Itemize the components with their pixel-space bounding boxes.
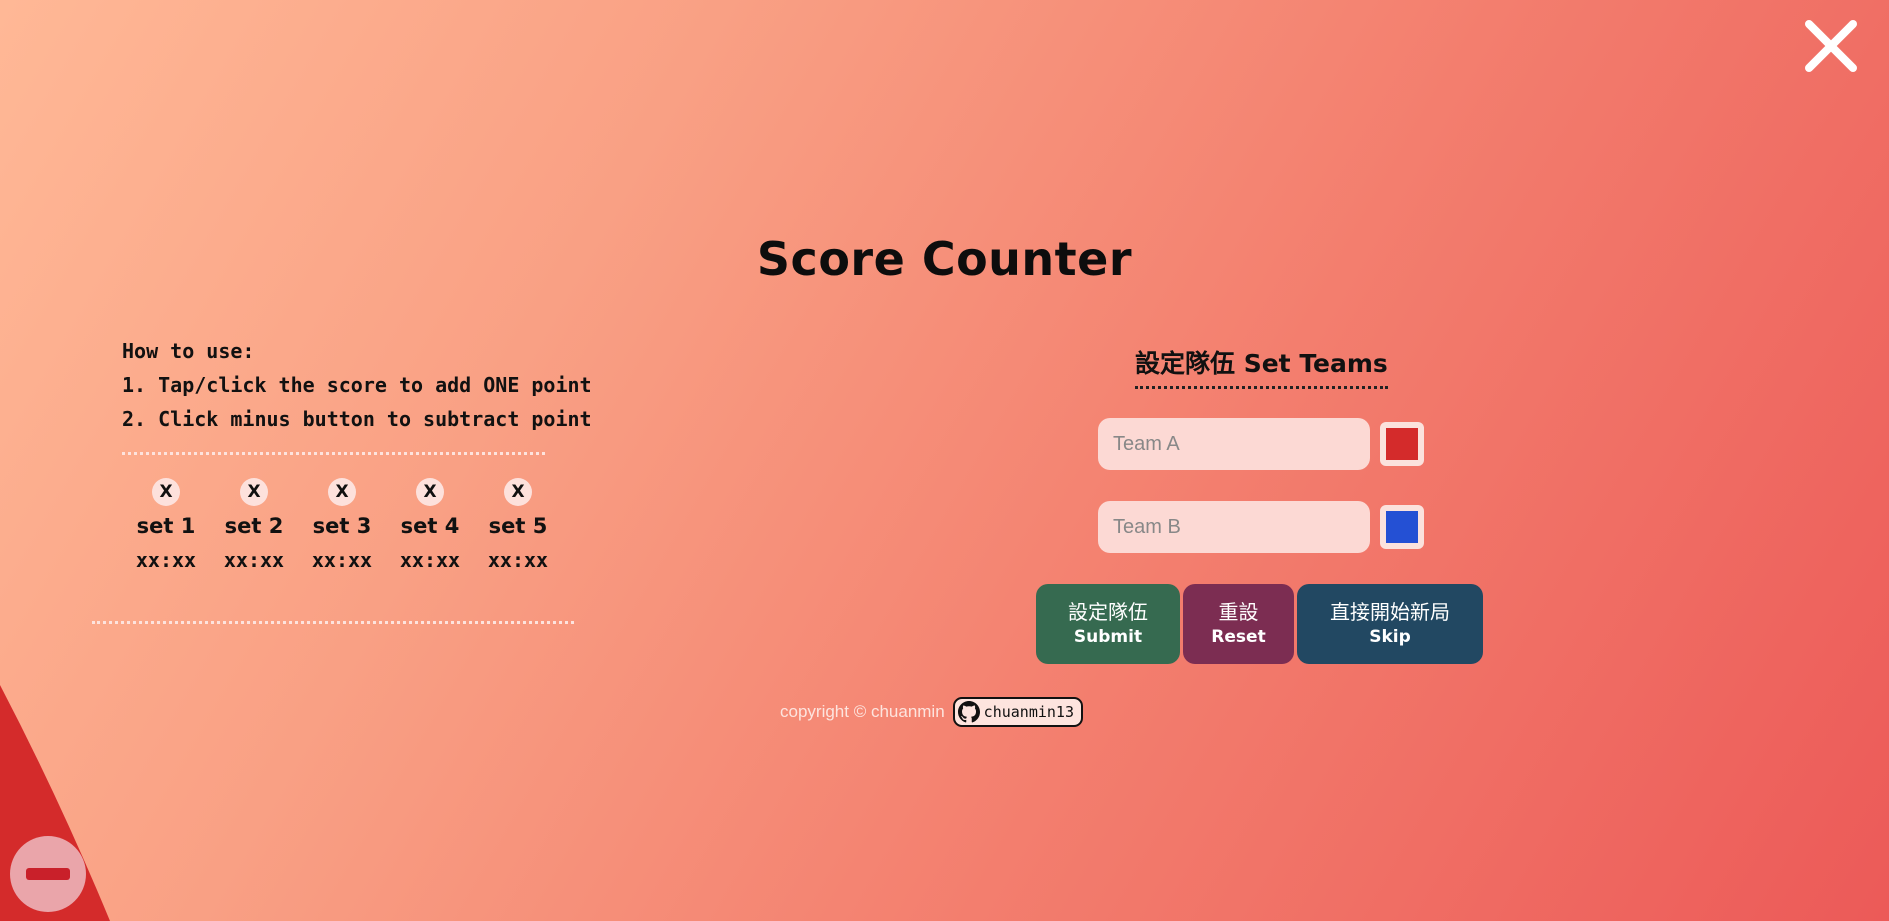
submit-label-en: Submit <box>1073 627 1143 647</box>
set-item-4: X set 4 xx:xx <box>386 478 474 572</box>
instructions-line-2: 2. Click minus button to subtract point <box>122 407 592 431</box>
github-handle: chuanmin13 <box>983 703 1074 721</box>
set-score: xx:xx <box>223 548 285 572</box>
set-teams-title: 設定隊伍 Set Teams <box>1135 344 1388 389</box>
reset-label-zh: 重設 <box>1218 600 1259 624</box>
instructions-heading: How to use: <box>122 339 255 363</box>
set-score: xx:xx <box>399 548 461 572</box>
minus-button[interactable] <box>10 836 86 912</box>
copyright-text: copyright © chuanmin <box>780 702 945 721</box>
set-score: xx:xx <box>487 548 549 572</box>
minus-icon <box>26 868 70 880</box>
remove-set-button[interactable]: X <box>240 478 268 506</box>
team-b-color-picker[interactable] <box>1380 505 1424 549</box>
remove-set-button[interactable]: X <box>416 478 444 506</box>
remove-set-button[interactable]: X <box>152 478 180 506</box>
submit-label-zh: 設定隊伍 <box>1068 600 1148 624</box>
skip-label-en: Skip <box>1369 627 1411 647</box>
remove-set-button[interactable]: X <box>504 478 532 506</box>
team-a-color-fill <box>1386 428 1418 460</box>
github-icon <box>957 701 980 723</box>
instructions: How to use: 1. Tap/click the score to ad… <box>122 334 592 436</box>
set-label: set 1 <box>136 514 196 538</box>
reset-button[interactable]: 重設 Reset <box>1183 584 1294 664</box>
set-item-5: X set 5 xx:xx <box>474 478 562 572</box>
set-score: xx:xx <box>135 548 197 572</box>
set-score: xx:xx <box>311 548 373 572</box>
set-label: set 4 <box>400 514 460 538</box>
set-item-1: X set 1 xx:xx <box>122 478 210 572</box>
team-b-color-fill <box>1386 511 1418 543</box>
skip-label-zh: 直接開始新局 <box>1330 600 1450 624</box>
remove-set-button[interactable]: X <box>328 478 356 506</box>
reset-label-en: Reset <box>1211 627 1266 647</box>
page-title: Score Counter <box>756 232 1133 286</box>
footer: copyright © chuanmin chuanmin13 <box>780 697 1083 727</box>
team-b-input[interactable] <box>1098 501 1370 553</box>
instructions-divider <box>122 452 545 455</box>
set-label: set 5 <box>488 514 548 538</box>
set-label: set 2 <box>224 514 284 538</box>
close-icon <box>1805 20 1857 72</box>
set-item-2: X set 2 xx:xx <box>210 478 298 572</box>
set-item-3: X set 3 xx:xx <box>298 478 386 572</box>
skip-button[interactable]: 直接開始新局 Skip <box>1297 584 1483 664</box>
team-a-input[interactable] <box>1098 418 1370 470</box>
github-link[interactable]: chuanmin13 <box>952 697 1083 727</box>
sets-list: X set 1 xx:xx X set 2 xx:xx X set 3 xx:x… <box>122 478 562 572</box>
sets-divider <box>92 621 574 624</box>
close-button[interactable] <box>1801 16 1861 76</box>
set-label: set 3 <box>312 514 372 538</box>
team-a-color-picker[interactable] <box>1380 422 1424 466</box>
instructions-line-1: 1. Tap/click the score to add ONE point <box>122 373 592 397</box>
submit-button[interactable]: 設定隊伍 Submit <box>1036 584 1180 664</box>
left-corner-wedge <box>0 685 110 921</box>
